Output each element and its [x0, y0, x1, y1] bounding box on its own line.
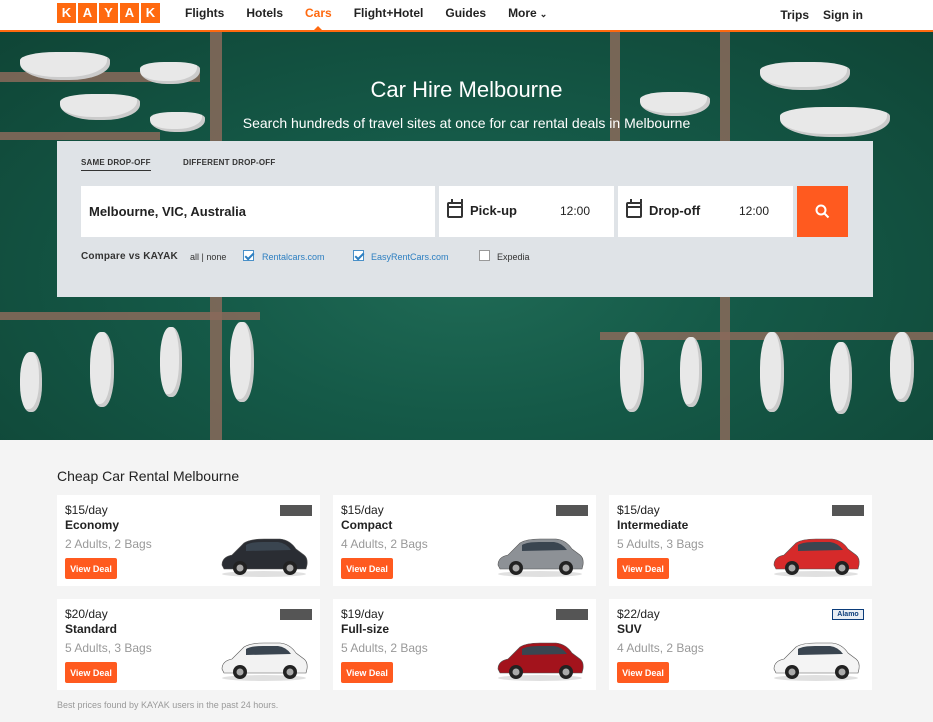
trips-link[interactable]: Trips	[780, 8, 809, 22]
pickup-time[interactable]: 12:00	[560, 204, 590, 218]
car-image	[773, 538, 860, 577]
logo-letter: A	[120, 3, 139, 23]
car-class: Full-size	[341, 622, 390, 636]
search-button[interactable]	[797, 186, 848, 237]
deal-price: $19/day	[341, 607, 384, 621]
car-class: SUV	[617, 622, 642, 636]
provider-logo	[280, 505, 312, 516]
provider-label-rentalcars[interactable]: Rentalcars.com	[262, 252, 325, 262]
provider-logo	[556, 609, 588, 620]
car-capacity: 5 Adults, 3 Bags	[65, 641, 152, 655]
deal-price: $15/day	[341, 503, 384, 517]
car-capacity: 4 Adults, 2 Bags	[617, 641, 704, 655]
boat-decoration	[680, 337, 702, 407]
provider-checkbox-rentalcars[interactable]	[243, 250, 254, 261]
main-nav: Flights Hotels Cars Flight+Hotel Guides …	[185, 0, 569, 32]
car-capacity: 2 Adults, 2 Bags	[65, 537, 152, 551]
view-deal-button[interactable]: View Deal	[65, 662, 117, 683]
car-image	[221, 642, 308, 681]
search-icon	[815, 204, 830, 219]
page-subtitle: Search hundreds of travel sites at once …	[242, 115, 691, 131]
provider-label-easyrentcars[interactable]: EasyRentCars.com	[371, 252, 449, 262]
deal-card-suv[interactable]: $22/day SUV 4 Adults, 2 Bags View Deal A…	[609, 599, 872, 690]
boat-decoration	[890, 332, 914, 402]
pier-decoration	[0, 312, 260, 320]
signin-link[interactable]: Sign in	[823, 8, 863, 22]
car-image	[497, 538, 584, 577]
nav-hotels[interactable]: Hotels	[246, 0, 283, 30]
car-class: Compact	[341, 518, 393, 532]
dropoff-date-field[interactable]: Drop-off 12:00	[618, 186, 793, 237]
provider-logo	[832, 505, 864, 516]
boat-decoration	[620, 332, 644, 412]
search-panel: SAME DROP-OFF DIFFERENT DROP-OFF Melbour…	[57, 141, 873, 297]
calendar-icon	[626, 199, 642, 218]
car-image	[497, 642, 584, 681]
deal-card-standard[interactable]: $20/day Standard 5 Adults, 3 Bags View D…	[57, 599, 320, 690]
dropoff-time[interactable]: 12:00	[739, 204, 769, 218]
top-header: K A Y A K Flights Hotels Cars Flight+Hot…	[0, 0, 933, 32]
deal-price: $15/day	[65, 503, 108, 517]
car-capacity: 5 Adults, 3 Bags	[617, 537, 704, 551]
deal-price: $15/day	[617, 503, 660, 517]
tab-same-drop-off[interactable]: SAME DROP-OFF	[81, 158, 151, 171]
car-image	[773, 642, 860, 681]
nav-flight-hotel[interactable]: Flight+Hotel	[354, 0, 424, 30]
logo-letter: K	[57, 3, 76, 23]
logo-letter: Y	[99, 3, 118, 23]
page-title: Car Hire Melbourne	[370, 77, 563, 102]
provider-logo	[556, 505, 588, 516]
view-deal-button[interactable]: View Deal	[341, 558, 393, 579]
results-title: Cheap Car Rental Melbourne	[57, 468, 240, 484]
pickup-label: Pick-up	[470, 203, 517, 218]
calendar-icon	[447, 199, 463, 218]
compare-label: Compare vs KAYAK	[81, 251, 178, 262]
view-deal-button[interactable]: View Deal	[617, 558, 669, 579]
car-capacity: 5 Adults, 2 Bags	[341, 641, 428, 655]
nav-more-label: More	[508, 6, 537, 20]
nav-more[interactable]: More ⌄	[508, 0, 547, 30]
provider-label-expedia[interactable]: Expedia	[497, 252, 530, 262]
provider-checkbox-expedia[interactable]	[479, 250, 490, 261]
boat-decoration	[230, 322, 254, 402]
boat-decoration	[90, 332, 114, 407]
kayak-logo[interactable]: K A Y A K	[57, 3, 160, 23]
boat-decoration	[160, 327, 182, 397]
car-class: Economy	[65, 518, 120, 532]
location-input[interactable]: Melbourne, VIC, Australia	[81, 186, 435, 237]
car-capacity: 4 Adults, 2 Bags	[341, 537, 428, 551]
prices-footnote: Best prices found by KAYAK users in the …	[57, 700, 279, 710]
tab-different-drop-off[interactable]: DIFFERENT DROP-OFF	[183, 158, 275, 167]
logo-letter: K	[141, 3, 160, 23]
deal-price: $22/day	[617, 607, 660, 621]
car-class: Standard	[65, 622, 118, 636]
car-image	[221, 538, 308, 577]
deal-price: $20/day	[65, 607, 108, 621]
car-class: Intermediate	[617, 518, 689, 532]
boat-decoration	[20, 352, 42, 412]
deal-card-intermediate[interactable]: $15/day Intermediate 5 Adults, 3 Bags Vi…	[609, 495, 872, 586]
boat-decoration	[830, 342, 852, 414]
account-nav: Trips Sign in	[766, 0, 863, 30]
provider-logo	[280, 609, 312, 620]
alamo-logo: Alamo	[832, 609, 864, 620]
nav-cars[interactable]: Cars	[305, 0, 332, 32]
view-deal-button[interactable]: View Deal	[341, 662, 393, 683]
boat-decoration	[760, 332, 784, 412]
select-all-none[interactable]: all | none	[190, 252, 226, 262]
chevron-down-icon: ⌄	[539, 9, 548, 19]
logo-letter: A	[78, 3, 97, 23]
pier-decoration	[0, 132, 160, 140]
nav-guides[interactable]: Guides	[445, 0, 486, 30]
view-deal-button[interactable]: View Deal	[617, 662, 669, 683]
deal-card-full-size[interactable]: $19/day Full-size 5 Adults, 2 Bags View …	[333, 599, 596, 690]
dropoff-label: Drop-off	[649, 203, 701, 218]
view-deal-button[interactable]: View Deal	[65, 558, 117, 579]
nav-flights[interactable]: Flights	[185, 0, 224, 30]
pickup-date-field[interactable]: Pick-up 12:00	[439, 186, 614, 237]
deal-card-compact[interactable]: $15/day Compact 4 Adults, 2 Bags View De…	[333, 495, 596, 586]
provider-checkbox-easyrentcars[interactable]	[353, 250, 364, 261]
deal-card-economy[interactable]: $15/day Economy 2 Adults, 2 Bags View De…	[57, 495, 320, 586]
